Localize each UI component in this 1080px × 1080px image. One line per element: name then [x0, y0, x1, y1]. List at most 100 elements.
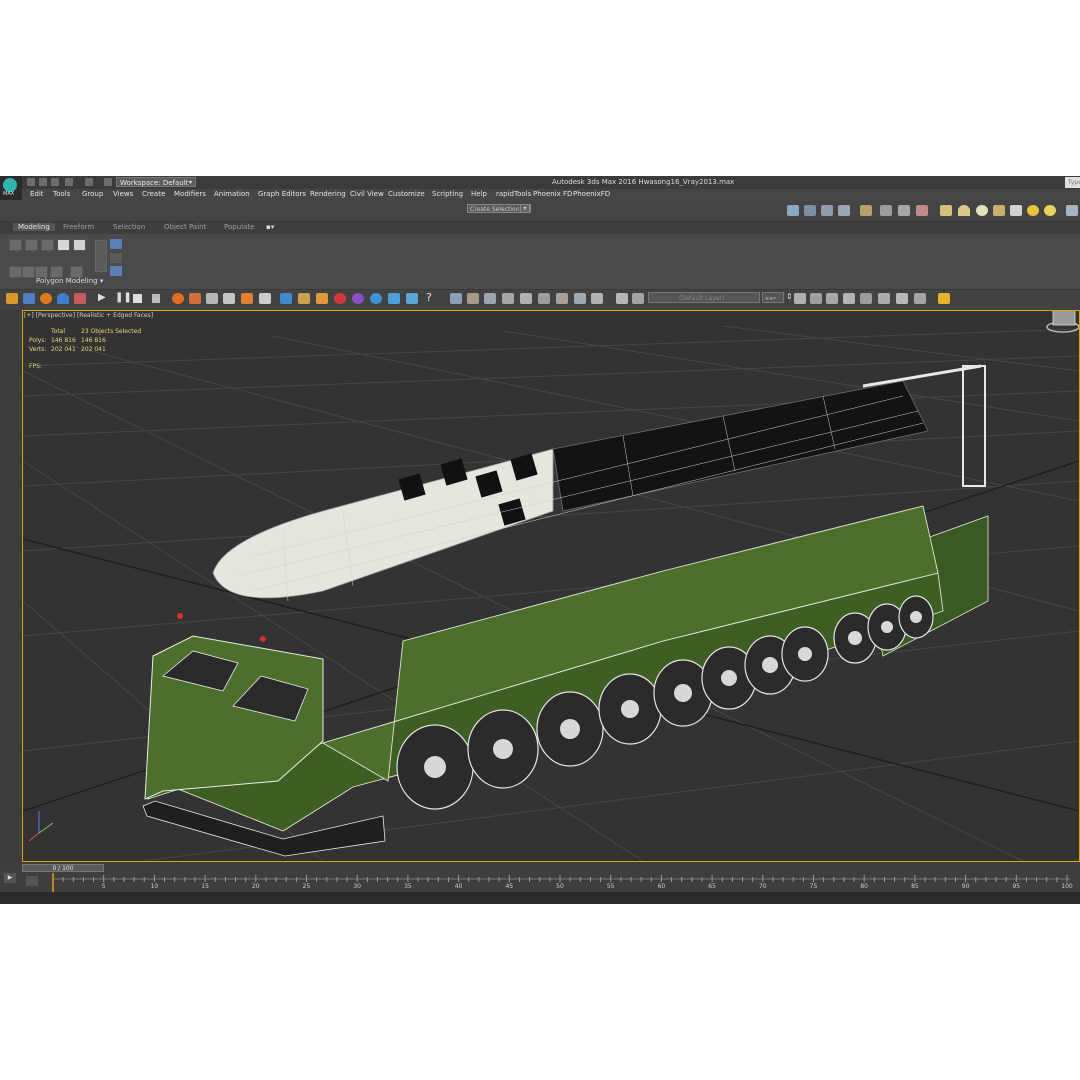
layer-tool-8-icon[interactable]: [914, 293, 926, 304]
liquid-icon[interactable]: [280, 293, 292, 304]
edit-mode-icon[interactable]: [110, 253, 122, 263]
sun-icon[interactable]: [1027, 205, 1039, 216]
play-icon[interactable]: ▶: [98, 292, 106, 303]
app-logo[interactable]: MAX: [0, 176, 22, 200]
menu-tools[interactable]: Tools: [53, 190, 70, 198]
render-setup-icon[interactable]: [787, 205, 799, 216]
tab-selection[interactable]: Selection: [113, 223, 145, 231]
ribbon-options-icon[interactable]: ▪▾: [266, 223, 274, 231]
vray-fur-icon[interactable]: [1066, 205, 1078, 216]
dots-icon[interactable]: [74, 293, 86, 304]
render-region-icon[interactable]: [450, 293, 462, 304]
render-frame-icon[interactable]: [804, 205, 816, 216]
menu-scripting[interactable]: Scripting: [432, 190, 463, 198]
menu-rendering[interactable]: Rendering: [310, 190, 346, 198]
render-crop-icon[interactable]: [502, 293, 514, 304]
swirl-icon[interactable]: [223, 293, 235, 304]
render-history-icon[interactable]: [591, 293, 603, 304]
light-lister-icon[interactable]: [860, 205, 872, 216]
render-split-icon[interactable]: [556, 293, 568, 304]
menu-customize[interactable]: Customize: [388, 190, 425, 198]
layer-tool-1-icon[interactable]: [794, 293, 806, 304]
render-blowup-icon[interactable]: [484, 293, 496, 304]
spinner-icon[interactable]: ⇕: [786, 292, 793, 301]
layer-tool-3-icon[interactable]: [826, 293, 838, 304]
render-selected-icon[interactable]: [520, 293, 532, 304]
element-icon[interactable]: [57, 239, 70, 251]
fire-source-icon[interactable]: [172, 293, 184, 304]
viewport-label[interactable]: [+] [Perspective] [Realistic + Edged Fac…: [24, 312, 153, 319]
layer-tool-4-icon[interactable]: [843, 293, 855, 304]
save-file-icon[interactable]: [51, 178, 59, 186]
fire-icon[interactable]: [40, 293, 52, 304]
ies-light-icon[interactable]: [1010, 205, 1022, 216]
open-file-icon[interactable]: [39, 178, 47, 186]
time-slider[interactable]: 0 / 100: [22, 864, 104, 872]
layer-tool-6-icon[interactable]: [878, 293, 890, 304]
menu-edit[interactable]: Edit: [30, 190, 44, 198]
ocean-icon[interactable]: [388, 293, 400, 304]
layer-dropdown[interactable]: (Default Layer): [648, 292, 760, 303]
menu-graph-editors[interactable]: Graph Editors: [258, 190, 306, 198]
menu-modifiers[interactable]: Modifiers: [174, 190, 206, 198]
menu-phoenix-fd[interactable]: Phoenix FD: [533, 190, 572, 198]
tab-modeling[interactable]: Modeling: [13, 223, 55, 231]
menu-create[interactable]: Create: [142, 190, 165, 198]
ripple-icon[interactable]: [406, 293, 418, 304]
ball-icon[interactable]: [352, 293, 364, 304]
globe-icon[interactable]: [370, 293, 382, 304]
project-folder-icon[interactable]: [104, 178, 112, 186]
camera-icon[interactable]: [880, 205, 892, 216]
foam-icon[interactable]: [298, 293, 310, 304]
workspace-dropdown[interactable]: Workspace: Default ▾: [116, 177, 196, 187]
mesh-light-icon[interactable]: [993, 205, 1005, 216]
render-grid-icon[interactable]: [538, 293, 550, 304]
search-input[interactable]: Type: [1065, 177, 1080, 188]
unwrap-icon[interactable]: [938, 293, 950, 304]
filter-dropdown[interactable]: ▪▪▾: [762, 292, 784, 303]
menu-phoenixfd[interactable]: PhoenixFD: [573, 190, 610, 198]
walkthrough-icon[interactable]: [898, 205, 910, 216]
show-end-result-icon[interactable]: [41, 239, 54, 251]
particle-icon[interactable]: [6, 293, 18, 304]
sky-icon[interactable]: [1044, 205, 1056, 216]
emitter-icon[interactable]: [259, 293, 271, 304]
object-icon[interactable]: [73, 239, 86, 251]
undo-icon[interactable]: [65, 178, 73, 186]
new-file-icon[interactable]: [27, 178, 35, 186]
tab-populate[interactable]: Populate: [224, 223, 254, 231]
help-icon[interactable]: ?: [426, 291, 432, 304]
render-compare-icon[interactable]: [574, 293, 586, 304]
chevron-down-icon[interactable]: ▾: [520, 204, 530, 213]
smoke-icon[interactable]: [206, 293, 218, 304]
layer-manager-icon[interactable]: [616, 293, 628, 304]
tab-freeform[interactable]: Freeform: [63, 223, 94, 231]
layer-tool-5-icon[interactable]: [860, 293, 872, 304]
render-last-icon[interactable]: [467, 293, 479, 304]
material-editor-icon[interactable]: [821, 205, 833, 216]
fire-preset-icon[interactable]: [189, 293, 201, 304]
menu-civil-view[interactable]: Civil View: [350, 190, 384, 198]
pause-icon[interactable]: ❚❚: [115, 292, 132, 303]
edge-icon[interactable]: [22, 266, 35, 278]
modify-mode-icon[interactable]: [110, 239, 122, 249]
stop-icon[interactable]: [133, 294, 142, 303]
layer-tool-2-icon[interactable]: [810, 293, 822, 304]
vertex-icon[interactable]: [9, 266, 22, 278]
splash-icon[interactable]: [316, 293, 328, 304]
menu-help[interactable]: Help: [471, 190, 487, 198]
menu-rapidtools[interactable]: rapidTools: [496, 190, 531, 198]
record-icon[interactable]: [334, 293, 346, 304]
polygon-modeling-panel[interactable]: Polygon Modeling ▾: [36, 277, 103, 285]
next-modifier-icon[interactable]: [25, 239, 38, 251]
grid-icon[interactable]: [23, 293, 35, 304]
previous-modifier-icon[interactable]: [9, 239, 22, 251]
menu-views[interactable]: Views: [113, 190, 133, 198]
collapse-stack-icon[interactable]: [95, 240, 107, 272]
mini-curve-toggle-icon[interactable]: ▶: [4, 873, 16, 883]
tab-object-paint[interactable]: Object Paint: [164, 223, 206, 231]
layer-tool-7-icon[interactable]: [896, 293, 908, 304]
vray-frame-icon[interactable]: [916, 205, 928, 216]
area-light-icon[interactable]: [940, 205, 952, 216]
poly-mode-icon[interactable]: [110, 266, 122, 276]
